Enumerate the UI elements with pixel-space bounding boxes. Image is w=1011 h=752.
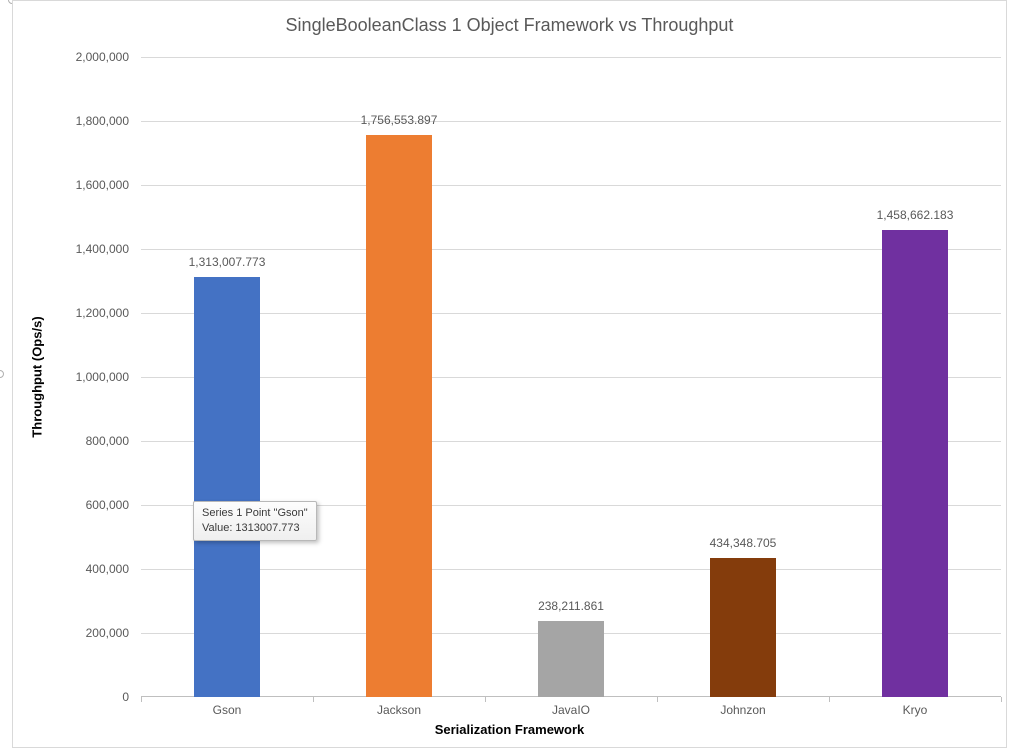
bar-javaio[interactable]: [538, 621, 604, 697]
y-tick-label: 1,000,000: [49, 370, 129, 384]
x-tick-label: Gson: [147, 703, 307, 717]
x-tick-mark: [313, 697, 314, 702]
y-tick-label: 400,000: [49, 562, 129, 576]
y-tick-label: 2,000,000: [49, 50, 129, 64]
y-tick-label: 600,000: [49, 498, 129, 512]
data-point-tooltip: Series 1 Point "Gson" Value: 1313007.773: [193, 501, 317, 541]
y-tick-label: 1,400,000: [49, 242, 129, 256]
grid-line: [141, 377, 1001, 378]
data-label: 1,756,553.897: [319, 113, 479, 127]
x-tick-mark: [485, 697, 486, 702]
x-tick-label: JavaIO: [491, 703, 651, 717]
y-tick-label: 1,800,000: [49, 114, 129, 128]
data-label: 238,211.861: [491, 599, 651, 613]
chart-frame[interactable]: SingleBooleanClass 1 Object Framework vs…: [12, 0, 1007, 748]
x-tick-label: Kryo: [835, 703, 995, 717]
data-label: 434,348.705: [663, 536, 823, 550]
grid-line: [141, 249, 1001, 250]
tooltip-line: Series 1 Point "Gson": [202, 506, 308, 521]
data-label: 1,458,662.183: [835, 208, 995, 222]
y-tick-label: 0: [49, 690, 129, 704]
bar-jackson[interactable]: [366, 135, 432, 697]
selection-handle[interactable]: [0, 370, 4, 378]
x-tick-mark: [657, 697, 658, 702]
y-tick-label: 1,200,000: [49, 306, 129, 320]
plot-area: 0200,000400,000600,000800,0001,000,0001,…: [141, 57, 1001, 697]
grid-line: [141, 313, 1001, 314]
grid-line: [141, 121, 1001, 122]
chart-title: SingleBooleanClass 1 Object Framework vs…: [13, 15, 1006, 36]
x-tick-mark: [1001, 697, 1002, 702]
x-tick-label: Jackson: [319, 703, 479, 717]
bar-johnzon[interactable]: [710, 558, 776, 697]
grid-line: [141, 185, 1001, 186]
x-axis-title: Serialization Framework: [13, 722, 1006, 737]
y-tick-label: 200,000: [49, 626, 129, 640]
data-label: 1,313,007.773: [147, 255, 307, 269]
y-axis-title: Throughput (Ops/s): [30, 316, 45, 437]
y-tick-label: 800,000: [49, 434, 129, 448]
tooltip-line: Value: 1313007.773: [202, 521, 308, 536]
grid-line: [141, 441, 1001, 442]
x-tick-mark: [829, 697, 830, 702]
grid-line: [141, 57, 1001, 58]
x-tick-label: Johnzon: [663, 703, 823, 717]
grid-line: [141, 569, 1001, 570]
bar-gson[interactable]: [194, 277, 260, 697]
y-tick-label: 1,600,000: [49, 178, 129, 192]
x-tick-mark: [141, 697, 142, 702]
bar-kryo[interactable]: [882, 230, 948, 697]
